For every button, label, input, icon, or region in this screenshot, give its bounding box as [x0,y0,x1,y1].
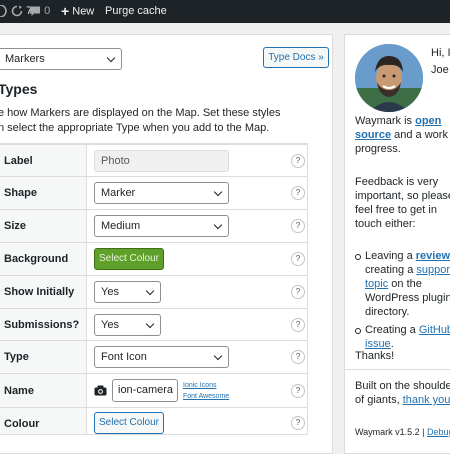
purge-cache-label: Purge cache [105,5,167,17]
comments-item[interactable]: 0 [29,0,50,23]
chevron-down-icon [213,351,223,361]
show-initially-select[interactable]: Yes [94,281,161,303]
bullet-text: Leaving a [365,250,416,262]
version-text: Waymark v1.5.2 | [355,427,428,437]
show-initially-value: Yes [101,286,119,298]
bullet-icon [355,328,361,334]
table-row-submissions: Submissions? Yes ? [0,308,307,340]
chevron-down-icon [213,187,223,197]
shape-select[interactable]: Marker [94,182,229,204]
settings-panel: Markers Type Docs » Types e how Markers … [0,34,333,454]
comment-icon [30,6,40,17]
new-label: New [72,5,95,18]
help-icon[interactable]: ? [291,186,305,200]
colour-button[interactable]: Select Colour [94,412,164,434]
plus-icon: + [61,3,70,19]
background-colour-button[interactable]: Select Colour [94,248,164,270]
wordpress-logo-fragment[interactable] [0,0,8,23]
icon-type-select[interactable]: Font Icon [94,346,229,368]
help-icon[interactable]: ? [291,318,305,332]
table-row-background: Background Select Colour ? [0,242,307,274]
feedback-options-list: Leaving a review, creating a support top… [355,249,450,351]
shape-value: Marker [101,187,136,199]
list-item: Creating a GitHub issue. [355,323,450,351]
help-icon[interactable]: ? [291,219,305,233]
table-row-size: Size Medium ? [0,209,307,241]
type-select[interactable]: Markers [0,48,122,70]
type-select-value: Markers [5,53,45,65]
description-line-1: e how Markers are displayed on the Map. … [0,107,281,119]
table-row-show-initially: Show Initially Yes ? [0,275,307,307]
font-awesome-link[interactable]: Font Awesome [183,393,229,400]
row-label: Name [4,384,34,397]
plugin-sidebar: Hi, I Joe Waymark is open source and a w… [344,34,450,454]
icon-name-input[interactable]: ion-camera [112,379,178,402]
row-label: Submissions? [4,318,80,331]
debug-link[interactable]: Debug [427,427,450,437]
intro-text-start: Waymark is [355,115,416,127]
submissions-select[interactable]: Yes [94,314,161,336]
help-icon[interactable]: ? [291,350,305,364]
updates-icon [11,5,23,17]
review-link[interactable]: review [416,250,450,262]
thanks-text: Thanks! [355,350,395,362]
row-label: Type [4,350,29,363]
chevron-down-icon [106,53,116,63]
chevron-down-icon [145,319,155,329]
comments-count: 0 [44,5,51,17]
divider [345,369,450,370]
row-label: Colour [4,417,40,430]
purge-cache-item[interactable]: Purge cache [105,0,167,23]
admin-bar: 7 0 + New Purge cache [0,0,450,23]
avatar [355,44,423,112]
row-label: Shape [4,186,38,199]
version-line: Waymark v1.5.2 | Debug [355,425,450,439]
help-icon[interactable]: ? [291,285,305,299]
table-row-colour: Colour Select Colour ? [0,407,307,434]
help-icon[interactable]: ? [291,416,305,430]
size-select[interactable]: Medium [94,215,229,237]
row-label: Show Initially [4,285,75,298]
table-row-label: Label Photo ? [0,144,307,176]
avatar-portrait [355,44,423,112]
row-label: Background [4,252,69,265]
chevron-down-icon [145,286,155,296]
bullet-text: Creating a [365,324,419,336]
section-description: e how Markers are displayed on the Map. … [0,106,298,136]
size-value: Medium [101,220,141,232]
help-icon[interactable]: ? [291,154,305,168]
type-settings-table: Label Photo ? Shape Marker ? Size Medium… [0,143,308,435]
new-content-item[interactable]: + New [61,0,94,23]
type-docs-button[interactable]: Type Docs » [263,47,329,68]
table-row-shape: Shape Marker ? [0,176,307,208]
greeting-line-2: Joe [431,64,449,76]
wp-logo-icon [0,5,7,18]
help-icon[interactable]: ? [291,384,305,398]
ionic-icons-link[interactable]: Ionic Icons [183,382,216,389]
credits-text: Built on the shoulders of giants, thank … [355,379,450,407]
description-line-2: n select the appropriate Type when you a… [0,122,270,134]
camera-icon [94,385,107,396]
label-input[interactable]: Photo [94,150,229,172]
submissions-value: Yes [101,319,119,331]
help-icon[interactable]: ? [291,252,305,266]
section-heading: Types [0,81,38,97]
list-item: Leaving a review, creating a support top… [355,249,450,319]
feedback-text: Feedback is very important, so please fe… [355,176,450,230]
row-label: Label [4,154,33,167]
intro-text: Waymark is open source and a work in pro… [355,114,450,156]
icon-type-value: Font Icon [101,351,147,363]
bullet-icon [355,254,361,260]
greeting-line-1: Hi, I [431,47,450,59]
row-label: Size [4,219,27,232]
table-row-name: Name ion-camera Ionic Icons Font Awesome… [0,373,307,407]
chevron-down-icon [213,220,223,230]
table-row-type: Type Font Icon ? [0,340,307,372]
thank-you-link[interactable]: thank you [403,394,450,406]
